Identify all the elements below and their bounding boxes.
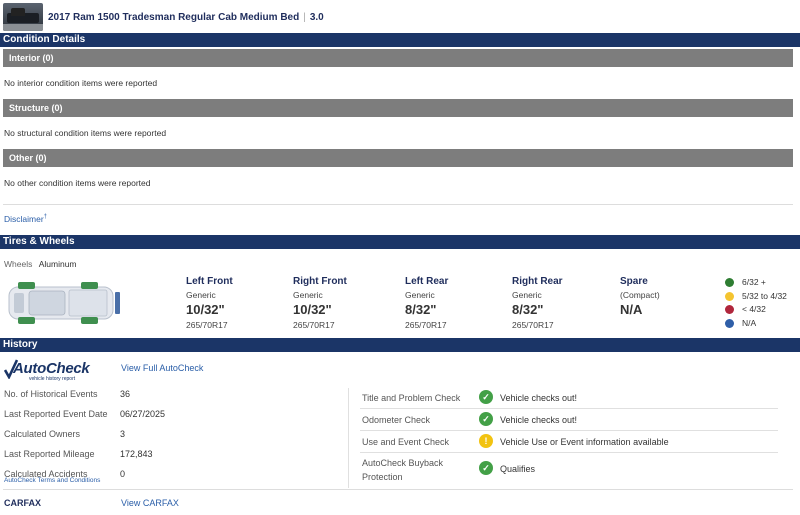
tire-position: Spare [620, 276, 648, 287]
check-label-line2: Protection [362, 472, 403, 482]
tire-tread-depth: 10/32" [293, 302, 332, 317]
check-divider [360, 408, 778, 409]
legend-dot [725, 305, 734, 315]
condition-details-header: Condition Details [0, 33, 800, 47]
tire-size: 265/70R17 [293, 320, 335, 330]
truck-diagram-icon [8, 282, 120, 324]
disclaimer-mark: † [43, 214, 48, 221]
stat-label: Last Reported Mileage [4, 449, 95, 459]
legend-dot [725, 291, 734, 301]
tire-brand: Generic [512, 290, 542, 300]
check-label: Odometer Check [362, 415, 431, 425]
structure-message: No structural condition items were repor… [4, 128, 167, 138]
tire-tread-depth: N/A [620, 302, 643, 317]
tire-brand: Generic [186, 290, 216, 300]
tire-left-rear-marker [81, 282, 98, 289]
structure-section-header: Structure (0) [3, 99, 793, 117]
vehicle-header: 2017 Ram 1500 Tradesman Regular Cab Medi… [0, 0, 800, 34]
stat-label: Calculated Owners [4, 429, 81, 439]
tire-spare: Spare (Compact) N/A [620, 276, 720, 320]
tire-brand: (Compact) [620, 290, 660, 300]
interior-message: No interior condition items were reporte… [4, 78, 158, 88]
vehicle-thumbnail[interactable] [3, 3, 43, 31]
tire-tread-depth: 10/32" [186, 302, 225, 317]
stat-value: 36 [120, 389, 131, 399]
divider [3, 489, 793, 490]
stat-value: 06/27/2025 [120, 409, 166, 419]
legend-item: 5/32 to 4/32 [725, 290, 787, 304]
check-divider [360, 452, 778, 453]
tire-size: 265/70R17 [405, 320, 447, 330]
check-result: Vehicle Use or Event information availab… [500, 437, 669, 447]
tire-right-front: Right Front Generic 10/32" 265/70R17 [293, 276, 393, 330]
disclaimer-link[interactable]: Disclaimer [4, 214, 44, 224]
tire-left-front: Left Front Generic 10/32" 265/70R17 [186, 276, 286, 330]
other-section-header: Other (0) [3, 149, 793, 167]
check-circle-icon: ✓ [479, 412, 493, 426]
interior-section-header: Interior (0) [3, 49, 793, 67]
disclaimer: Disclaimer† [4, 214, 47, 224]
legend-item: 6/32 + [725, 276, 787, 290]
legend-item: N/A [725, 317, 787, 331]
check-divider [360, 430, 778, 431]
vehicle-name: 2017 Ram 1500 Tradesman Regular Cab Medi… [48, 12, 300, 23]
check-result: Vehicle checks out! [500, 415, 578, 425]
vehicle-grade: 3.0 [309, 12, 324, 23]
stat-value: 3 [120, 429, 126, 439]
autocheck-logo-text: AutoCheck [13, 360, 90, 377]
tire-left-front-marker [18, 282, 35, 289]
vertical-divider [348, 388, 349, 488]
other-message: No other condition items were reported [4, 178, 151, 188]
tire-tread-depth: 8/32" [512, 302, 544, 317]
stat-value: 172,843 [120, 449, 153, 459]
tire-left-rear: Left Rear Generic 8/32" 265/70R17 [405, 276, 505, 330]
legend-dot [725, 278, 734, 288]
legend-item: < 4/32 [725, 303, 787, 317]
wheels-row: Wheels Aluminum [4, 259, 77, 269]
tire-tread-depth: 8/32" [405, 302, 437, 317]
stat-label: No. of Historical Events [4, 389, 98, 399]
view-carfax-link[interactable]: View CARFAX [121, 498, 179, 508]
wheels-value: Aluminum [38, 259, 77, 269]
tire-right-rear-marker [81, 317, 98, 324]
history-header: History [0, 338, 800, 352]
tire-size: 265/70R17 [186, 320, 228, 330]
tire-spare-marker [115, 292, 120, 314]
tire-position: Left Rear [405, 276, 449, 287]
tire-brand: Generic [405, 290, 435, 300]
vehicle-title: 2017 Ram 1500 Tradesman Regular Cab Medi… [48, 12, 324, 23]
check-circle-icon: ✓ [479, 390, 493, 404]
tire-right-front-marker [18, 317, 35, 324]
legend-dot [725, 318, 734, 328]
tire-position: Left Front [186, 276, 233, 287]
carfax-label: CARFAX [4, 498, 42, 508]
autocheck-logo: AutoCheck vehicle history report [4, 358, 90, 384]
autocheck-tagline: vehicle history report [29, 376, 76, 382]
wheels-label: Wheels [4, 259, 33, 269]
check-label: Title and Problem Check [362, 393, 461, 403]
tire-right-rear: Right Rear Generic 8/32" 265/70R17 [512, 276, 612, 330]
autocheck-terms-link[interactable]: AutoCheck Terms and Conditions [4, 477, 100, 484]
tread-legend: 6/32 + 5/32 to 4/32 < 4/32 N/A [725, 276, 787, 330]
view-full-autocheck-link[interactable]: View Full AutoCheck [121, 363, 203, 373]
stat-label: Last Reported Event Date [4, 409, 108, 419]
tire-position: Right Rear [512, 276, 563, 287]
check-label: AutoCheck Buyback [362, 458, 444, 468]
tire-brand: Generic [293, 290, 323, 300]
divider [3, 204, 793, 205]
check-result: Vehicle checks out! [500, 393, 578, 403]
tire-position: Right Front [293, 276, 347, 287]
check-circle-icon: ✓ [479, 461, 493, 475]
check-label: Use and Event Check [362, 437, 450, 447]
tire-size: 265/70R17 [512, 320, 554, 330]
stat-value: 0 [120, 469, 126, 479]
tires-wheels-header: Tires & Wheels [0, 235, 800, 249]
exclamation-circle-icon: ! [479, 434, 493, 448]
check-result: Qualifies [500, 464, 536, 474]
